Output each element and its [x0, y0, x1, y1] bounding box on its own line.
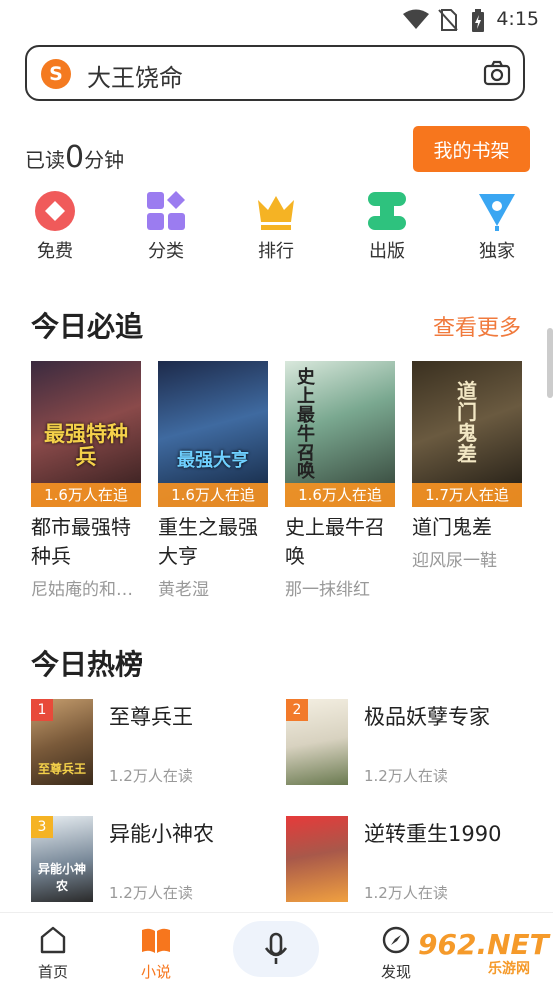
- home-icon: [40, 926, 66, 954]
- my-bookshelf-button[interactable]: 我的书架: [413, 126, 530, 172]
- book-title: 重生之最强大亨: [158, 515, 258, 568]
- view-more-link[interactable]: 查看更多: [433, 310, 521, 342]
- category-ranking[interactable]: 排行: [236, 190, 316, 263]
- status-bar: 4:15: [0, 0, 553, 38]
- app-logo-icon: S: [41, 59, 71, 89]
- free-icon: [34, 190, 76, 232]
- book-author: 迎风尿一鞋: [412, 551, 497, 571]
- cover-title: 最强大亨: [177, 450, 249, 471]
- section-title-must-read: 今日必追: [31, 310, 144, 343]
- category-icon: [145, 190, 187, 232]
- publish-icon: [366, 190, 408, 232]
- book-title: 极品妖孽专家: [364, 705, 490, 729]
- microphone-icon: [264, 932, 288, 964]
- book-cover: 最强特种兵 1.6万人在追: [31, 361, 141, 507]
- watermark-logo: 962.NET 乐游网: [418, 928, 550, 980]
- wifi-icon: [403, 9, 429, 29]
- category-label: 分类: [148, 241, 184, 262]
- category-label: 免费: [37, 241, 73, 262]
- cover-title: 至尊兵王: [37, 762, 86, 776]
- category-publish[interactable]: 出版: [347, 190, 427, 263]
- readers-badge: 1.6万人在追: [158, 483, 268, 507]
- compass-icon: [382, 926, 410, 954]
- category-label: 排行: [258, 241, 294, 262]
- ranking-item[interactable]: 2 极品妖孽专家 1.2万人在读: [286, 699, 526, 789]
- reader-count: 1.2万人在读: [364, 767, 448, 785]
- cover-title: 最强特种兵: [44, 422, 128, 470]
- scrollbar[interactable]: [547, 328, 553, 398]
- tab-label: 首页: [37, 963, 68, 981]
- tab-label: 小说: [140, 963, 171, 981]
- book-cover: 3 异能小神农: [31, 816, 93, 902]
- book-cover: 史上最牛召唤 1.6万人在追: [285, 361, 395, 507]
- ranking-item[interactable]: 逆转重生1990 1.2万人在读: [286, 816, 526, 906]
- voice-search-button[interactable]: [233, 921, 319, 977]
- battery-charging-icon: [472, 9, 484, 32]
- camera-icon[interactable]: [483, 60, 511, 86]
- readers-badge: 1.6万人在追: [31, 483, 141, 507]
- rank-number: 2: [286, 699, 308, 721]
- tab-label: 发现: [380, 963, 411, 981]
- reading-minutes: 0: [65, 140, 85, 175]
- book-cover: 道门鬼差 1.7万人在追: [412, 361, 522, 507]
- cover-title: 异能小神农: [37, 862, 86, 893]
- book-title: 都市最强特种兵: [31, 515, 131, 568]
- search-input[interactable]: 大王饶命: [87, 58, 183, 93]
- book-title: 道门鬼差: [412, 515, 492, 539]
- tab-novel[interactable]: 小说: [126, 925, 186, 982]
- cover-title: 史上最牛召唤: [297, 367, 315, 483]
- watermark-text: 962.NET: [418, 928, 549, 961]
- category-free[interactable]: 免费: [15, 190, 95, 263]
- reader-count: 1.2万人在读: [364, 884, 448, 902]
- book-cover: 2: [286, 699, 348, 785]
- category-classify[interactable]: 分类: [126, 190, 206, 263]
- rank-number: 1: [31, 699, 53, 721]
- cover-title: 道门鬼差: [457, 379, 477, 466]
- book-card[interactable]: 史上最牛召唤 1.6万人在追 史上最牛召唤 那一抹绯红: [285, 361, 395, 600]
- category-label: 出版: [369, 241, 405, 262]
- reading-time: 已读0分钟: [25, 140, 124, 175]
- rank-number: 3: [31, 816, 53, 838]
- readers-badge: 1.7万人在追: [412, 483, 522, 507]
- book-cover: 1 至尊兵王: [31, 699, 93, 785]
- crown-icon: [255, 190, 297, 232]
- book-title: 异能小神农: [109, 822, 214, 846]
- clock: 4:15: [496, 8, 539, 30]
- section-title-hot-ranking: 今日热榜: [31, 648, 144, 681]
- book-title: 至尊兵王: [109, 705, 193, 729]
- category-exclusive[interactable]: 独家: [457, 190, 537, 263]
- book-cover: 最强大亨 1.6万人在追: [158, 361, 268, 507]
- reader-count: 1.2万人在读: [109, 884, 193, 902]
- book-cover: [286, 816, 348, 902]
- book-title: 史上最牛召唤: [285, 515, 385, 568]
- no-sim-icon: [438, 9, 458, 31]
- reading-suffix: 分钟: [84, 148, 125, 172]
- tab-discover[interactable]: 发现: [366, 925, 426, 982]
- category-label: 独家: [479, 241, 515, 262]
- book-title: 逆转重生1990: [364, 822, 502, 846]
- book-author: 黄老湿: [158, 580, 209, 600]
- search-bar[interactable]: S 大王饶命: [25, 45, 525, 101]
- book-icon: [142, 928, 170, 953]
- book-author: 那一抹绯红: [285, 580, 370, 600]
- reading-prefix: 已读: [25, 148, 65, 172]
- readers-badge: 1.6万人在追: [285, 483, 395, 507]
- watermark-subtext: 乐游网: [488, 961, 530, 977]
- exclusive-icon: [476, 190, 518, 232]
- book-card[interactable]: 最强大亨 1.6万人在追 重生之最强大亨 黄老湿: [158, 361, 268, 600]
- reader-count: 1.2万人在读: [109, 767, 193, 785]
- book-author: 尼姑庵的和…: [31, 580, 133, 600]
- book-card[interactable]: 最强特种兵 1.6万人在追 都市最强特种兵 尼姑庵的和…: [31, 361, 141, 600]
- ranking-item[interactable]: 3 异能小神农 异能小神农 1.2万人在读: [31, 816, 271, 906]
- ranking-item[interactable]: 1 至尊兵王 至尊兵王 1.2万人在读: [31, 699, 271, 789]
- tab-home[interactable]: 首页: [23, 925, 83, 982]
- book-card[interactable]: 道门鬼差 1.7万人在追 道门鬼差 迎风尿一鞋: [412, 361, 522, 571]
